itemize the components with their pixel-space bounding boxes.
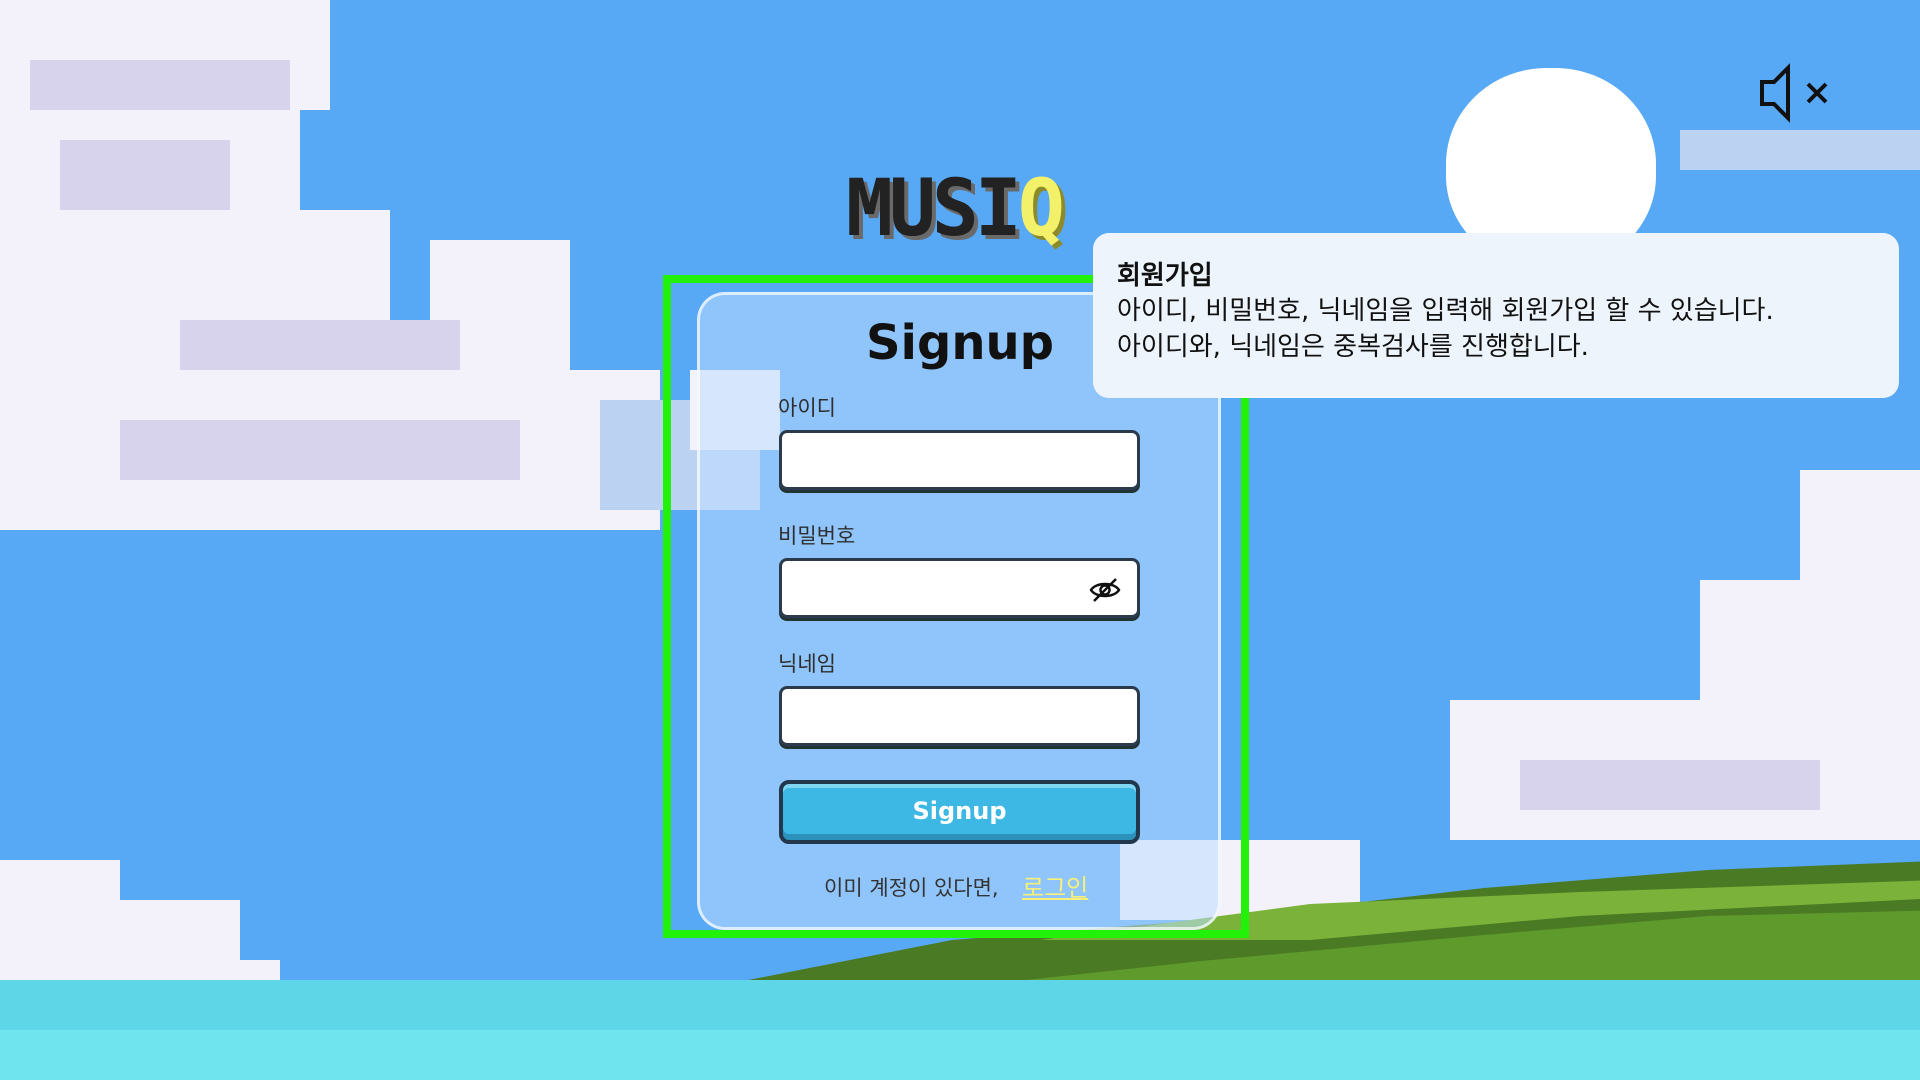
existing-account-text: 이미 계정이 있다면,: [824, 876, 999, 900]
signup-screen: MUSIQ Signup 아이디 비밀번호 닉네임 Signup 이미 계정이 …: [0, 0, 1920, 1080]
tooltip-line: 아이디, 비밀번호, 닉네임을 입력해 회원가입 할 수 있습니다.: [1117, 296, 1774, 326]
tooltip-title: 회원가입: [1117, 261, 1213, 291]
cloud: [120, 420, 520, 480]
signup-button[interactable]: Signup: [779, 780, 1140, 844]
tooltip-line: 아이디와, 닉네임은 중복검사를 진행합니다.: [1117, 332, 1589, 362]
musiq-logo: MUSIQ: [846, 170, 1065, 248]
mute-speaker-icon: [1760, 63, 1828, 123]
password-visibility-toggle[interactable]: [1088, 575, 1122, 605]
mute-button[interactable]: [1758, 60, 1838, 126]
id-label: 아이디: [778, 396, 836, 420]
tutorial-tooltip: 회원가입 아이디, 비밀번호, 닉네임을 입력해 회원가입 할 수 있습니다. …: [1093, 233, 1899, 398]
eye-slash-icon: [1089, 578, 1121, 602]
nickname-field[interactable]: [779, 686, 1140, 746]
logo-accent: Q: [1017, 164, 1065, 254]
cloud: [1520, 760, 1820, 810]
cloud: [1680, 130, 1920, 170]
sea: [0, 1030, 1920, 1080]
password-label: 비밀번호: [778, 524, 856, 548]
logo-text: MUSI: [846, 164, 1022, 254]
cloud: [200, 210, 390, 320]
id-field[interactable]: [779, 430, 1140, 490]
cloud: [60, 140, 230, 210]
login-link[interactable]: 로그인: [1022, 868, 1088, 903]
password-field[interactable]: [779, 558, 1140, 618]
nickname-label: 닉네임: [778, 652, 836, 676]
